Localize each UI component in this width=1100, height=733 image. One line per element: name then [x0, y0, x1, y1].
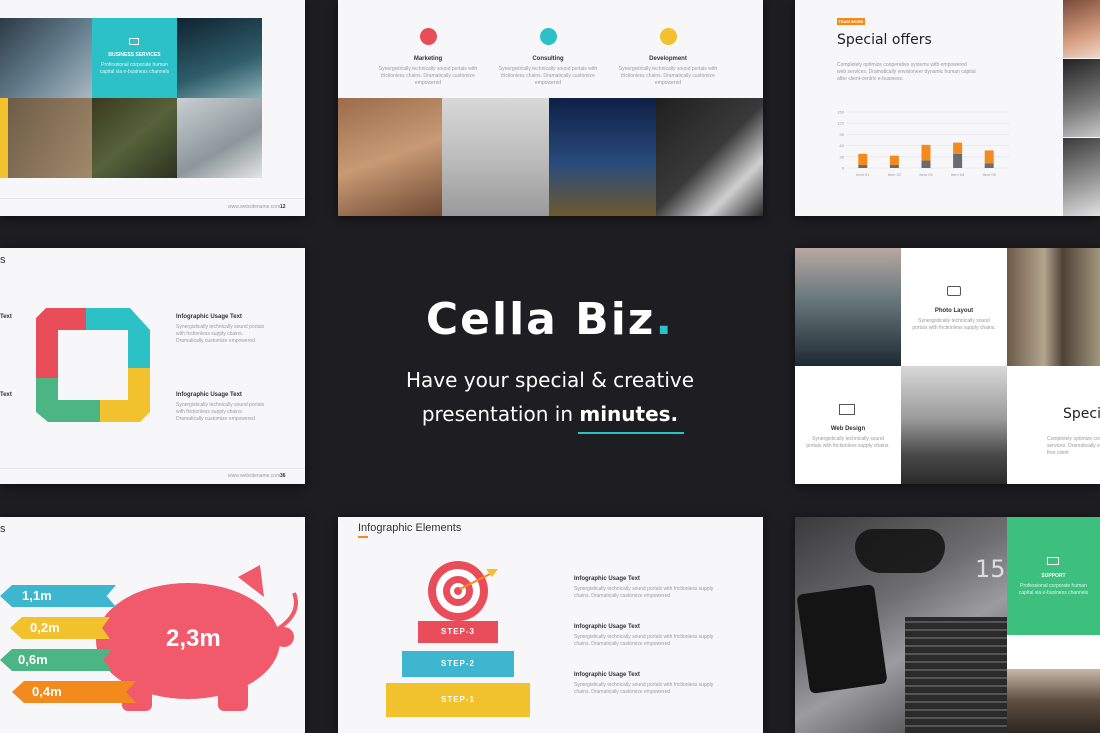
chart-bar — [984, 163, 994, 168]
x-tick-label: Item 04 — [951, 172, 965, 177]
y-tick-label: 30 — [840, 154, 845, 159]
arrow-2 — [10, 617, 110, 639]
y-tick-label: 60 — [840, 143, 845, 148]
marketing-icon — [420, 28, 437, 45]
photo-man-1 — [1063, 59, 1100, 137]
slide-special-offers[interactable]: TEAM WORK Special offers Completely opti… — [795, 0, 1100, 216]
photo-woman-2 — [1063, 138, 1100, 216]
y-tick-label: 150 — [837, 110, 844, 115]
monitor-icon — [129, 38, 139, 45]
support-box: SUPPORT Professional corporate human cap… — [1007, 517, 1100, 635]
step-1-bar: STEP-1 — [386, 683, 530, 717]
chart-bar — [889, 155, 899, 166]
photo-old-men — [338, 98, 442, 216]
phone-icon — [796, 584, 888, 694]
slide-services[interactable]: Marketing Synergistically technically so… — [338, 0, 763, 216]
x-tick-label: Item 01 — [856, 172, 870, 177]
business-services-box: BUSINESS SERVICES Professional corporate… — [92, 18, 177, 98]
piggy-value: 2,3m — [166, 625, 221, 652]
hero-underline — [578, 432, 684, 434]
chart-bar — [921, 144, 931, 161]
slide-business-services[interactable]: BUSINESS SERVICES Professional corporate… — [0, 0, 305, 216]
x-tick-label: Item 03 — [919, 172, 933, 177]
x-tick-label: Item 02 — [888, 172, 902, 177]
chart-bar — [984, 150, 994, 164]
arrow-3 — [0, 649, 112, 671]
photo-woman-1 — [1063, 0, 1100, 58]
step-3-bar: STEP-3 — [418, 621, 498, 643]
slide-title: Infographic Elements — [358, 522, 462, 534]
photo-columns — [1007, 248, 1100, 366]
chart-bar — [953, 142, 963, 154]
chart-bar — [858, 153, 868, 166]
cycle-diagram — [36, 308, 150, 422]
camera-icon — [947, 286, 961, 296]
slide-photo-layout[interactable]: Photo Layout Synergistically technically… — [795, 248, 1100, 484]
photo-audience — [1007, 669, 1100, 733]
step-2-bar: STEP-2 — [402, 651, 514, 677]
photo-architecture — [656, 98, 763, 216]
y-tick-label: 120 — [837, 121, 844, 126]
photo-water — [177, 18, 262, 98]
photo-plant — [92, 98, 177, 178]
chart-bar — [921, 160, 931, 168]
slide-infographic-elements[interactable]: Infographic Elements STEP-3 STEP-2 STEP-… — [338, 517, 763, 733]
photo-laptop: 15 — [795, 517, 1007, 733]
slide-piggy-bank[interactable]: s 2,3m 1,1m 0,2m 0,6m 0,4m — [0, 517, 305, 733]
tag-badge: TEAM WORK — [837, 18, 865, 25]
photo-pier — [442, 98, 549, 216]
photo-landscape — [901, 366, 1007, 484]
consulting-icon — [540, 28, 557, 45]
chart-bar — [889, 165, 899, 168]
y-tick-label: 90 — [840, 132, 845, 137]
x-tick-label: Item 05 — [983, 172, 997, 177]
special-offers-chart: 0 30 60 90 120 150 Item 01 Item 02 Item 03 Item 0… — [837, 110, 1009, 177]
photo-house-night — [549, 98, 656, 216]
y-tick-label: 0 — [842, 166, 845, 171]
slide-support[interactable]: 15 SUPPORT Professional corporate human … — [795, 517, 1100, 733]
slide-infographic-cycle[interactable]: s Text Text Infographic Usage Text Syner… — [0, 248, 305, 484]
chart-bar — [953, 153, 963, 168]
sunglasses-icon — [855, 529, 945, 573]
photo-building — [0, 18, 92, 98]
keyboard-icon — [905, 617, 1007, 733]
chart-bar — [858, 165, 868, 168]
special-offers-title: Special offers — [837, 32, 932, 48]
photo-silhouette — [795, 248, 901, 366]
development-icon — [660, 28, 677, 45]
photo-ground — [0, 98, 92, 178]
monitor-icon — [1047, 557, 1059, 565]
photo-person — [177, 98, 262, 178]
arrow-4 — [12, 681, 136, 703]
monitor-icon — [839, 404, 855, 415]
arrow-1 — [0, 585, 116, 607]
target-icon — [428, 561, 498, 621]
